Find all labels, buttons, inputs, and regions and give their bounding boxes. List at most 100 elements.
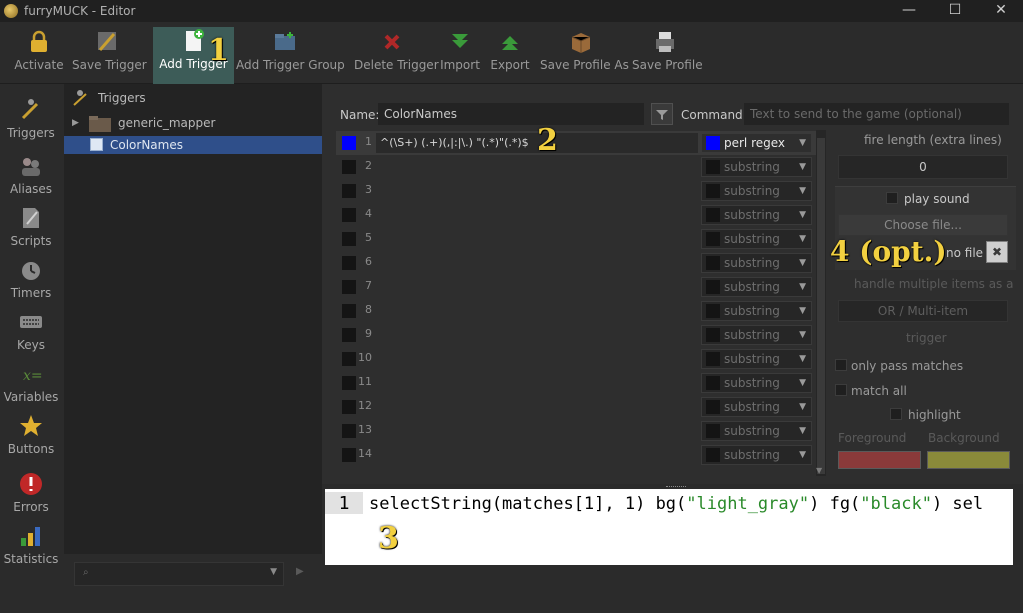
pattern-input[interactable] (376, 229, 698, 249)
import-button[interactable]: Import (440, 28, 480, 80)
fire-length-spinbox[interactable]: 0 (838, 155, 1008, 179)
pattern-color-swatch[interactable] (342, 256, 356, 270)
sidebar-item-statistics[interactable]: Statistics (0, 524, 62, 566)
highlight-checkbox[interactable] (890, 408, 902, 420)
sidebar-item-errors[interactable]: Errors (0, 472, 62, 514)
tree-item-generic-mapper[interactable]: ▶ generic_mapper (64, 114, 322, 132)
pattern-row[interactable]: 5 substring ▼ (336, 227, 816, 251)
pattern-color-swatch[interactable] (342, 184, 356, 198)
pattern-row[interactable]: 10 substring ▼ (336, 347, 816, 371)
close-button[interactable]: ✕ (978, 0, 1023, 22)
collapse-arrow-icon[interactable]: ▶ (296, 566, 304, 577)
pattern-input[interactable] (376, 373, 698, 393)
pattern-input[interactable] (376, 253, 698, 273)
name-input[interactable]: ColorNames (378, 103, 644, 125)
pattern-type-select[interactable]: substring ▼ (701, 397, 812, 417)
pattern-type-select[interactable]: substring ▼ (701, 325, 812, 345)
sidebar-item-timers[interactable]: Timers (0, 258, 62, 300)
background-color-button[interactable] (927, 451, 1010, 469)
clear-file-button[interactable]: ✖ (986, 241, 1008, 263)
pattern-row[interactable]: 11 substring ▼ (336, 371, 816, 395)
filter-button[interactable] (651, 103, 673, 125)
pattern-input[interactable] (376, 277, 698, 297)
sidebar-item-buttons[interactable]: Buttons (0, 414, 62, 456)
chevron-down-icon[interactable]: ▼ (270, 567, 277, 577)
pattern-color-swatch[interactable] (342, 448, 356, 462)
export-button[interactable]: Export (490, 28, 530, 80)
tree-root[interactable]: Triggers (64, 89, 322, 107)
save-profile-as-button[interactable]: Save Profile As (540, 28, 629, 80)
minimize-button[interactable]: — (886, 0, 932, 22)
activate-button[interactable]: Activate (10, 28, 68, 80)
pattern-color-swatch[interactable] (342, 376, 356, 390)
sidebar-item-variables[interactable]: x= Variables (0, 362, 62, 404)
pattern-type-select[interactable]: substring ▼ (701, 445, 812, 465)
pattern-row[interactable]: 6 substring ▼ (336, 251, 816, 275)
match-all-checkbox[interactable] (835, 384, 847, 396)
pattern-row[interactable]: 13 substring ▼ (336, 419, 816, 443)
sidebar-item-keys[interactable]: Keys (0, 310, 62, 352)
pattern-type-select[interactable]: perl regex ▼ (701, 133, 812, 153)
pattern-type-select[interactable]: substring ▼ (701, 205, 812, 225)
pattern-color-swatch[interactable] (342, 304, 356, 318)
pattern-row[interactable]: 8 substring ▼ (336, 299, 816, 323)
save-profile-button[interactable]: Save Profile (632, 28, 703, 80)
pattern-input[interactable] (376, 445, 698, 465)
pattern-color-swatch[interactable] (342, 208, 356, 222)
pattern-input[interactable] (376, 181, 698, 201)
pattern-row[interactable]: 2 substring ▼ (336, 155, 816, 179)
pattern-type-select[interactable]: substring ▼ (701, 229, 812, 249)
multi-item-toggle[interactable]: OR / Multi-item (838, 300, 1008, 322)
pattern-color-swatch[interactable] (342, 280, 356, 294)
pattern-color-swatch[interactable] (342, 424, 356, 438)
pattern-type-select[interactable]: substring ▼ (701, 349, 812, 369)
pattern-color-swatch[interactable] (342, 160, 356, 174)
pattern-type-select[interactable]: substring ▼ (701, 181, 812, 201)
pattern-type-select[interactable]: substring ▼ (701, 301, 812, 321)
pattern-color-swatch[interactable] (342, 232, 356, 246)
pattern-row[interactable]: 14 substring ▼ (336, 443, 816, 467)
pattern-input[interactable] (376, 421, 698, 441)
pattern-type-select[interactable]: substring ▼ (701, 373, 812, 393)
expand-arrow-icon[interactable]: ▶ (72, 114, 79, 132)
pattern-color-swatch[interactable] (342, 328, 356, 342)
search-filter-input[interactable]: ⌕ ▼ (74, 562, 284, 586)
pattern-type-select[interactable]: substring ▼ (701, 253, 812, 273)
sidebar-item-triggers[interactable]: Triggers (0, 98, 62, 140)
pattern-input[interactable] (376, 205, 698, 225)
sidebar-item-aliases[interactable]: Aliases (0, 154, 62, 196)
sidebar-item-scripts[interactable]: Scripts (0, 206, 62, 248)
pattern-row[interactable]: 3 substring ▼ (336, 179, 816, 203)
add-trigger-group-button[interactable]: Add Trigger Group (236, 28, 345, 80)
checkbox-icon[interactable] (90, 138, 103, 151)
maximize-button[interactable]: ☐ (932, 0, 978, 22)
delete-trigger-button[interactable]: Delete Trigger (354, 28, 439, 80)
script-line-1[interactable]: selectString(matches[1], 1) bg("light_gr… (369, 492, 1023, 516)
pattern-input[interactable] (376, 349, 698, 369)
pattern-row[interactable]: 12 substring ▼ (336, 395, 816, 419)
tree-item-colornames[interactable]: ColorNames (64, 136, 322, 154)
pattern-row[interactable]: 4 substring ▼ (336, 203, 816, 227)
pattern-color-swatch[interactable] (342, 136, 356, 150)
save-trigger-button[interactable]: Save Trigger (72, 28, 147, 80)
pattern-row[interactable]: 1 ^(\S+) (.+)(,|:|\.) "(.*)"(.*)$ perl reg… (336, 131, 816, 155)
pattern-type-select[interactable]: substring ▼ (701, 421, 812, 441)
pattern-input[interactable] (376, 157, 698, 177)
pattern-input[interactable] (376, 325, 698, 345)
play-sound-checkbox[interactable] (886, 192, 898, 204)
scroll-down-arrow-icon[interactable]: ▼ (816, 466, 822, 475)
pattern-color-swatch[interactable] (342, 400, 356, 414)
pattern-input[interactable] (376, 397, 698, 417)
command-input[interactable]: Text to send to the game (optional) (744, 103, 1009, 125)
pattern-row[interactable]: 7 substring ▼ (336, 275, 816, 299)
only-pass-matches-checkbox[interactable] (835, 359, 847, 371)
foreground-color-button[interactable] (838, 451, 921, 469)
pattern-scrollbar[interactable] (816, 130, 826, 476)
pattern-type-select[interactable]: substring ▼ (701, 157, 812, 177)
pattern-type-select[interactable]: substring ▼ (701, 277, 812, 297)
choose-file-button[interactable]: Choose file... (838, 214, 1008, 236)
pattern-color-swatch[interactable] (342, 352, 356, 366)
scrollbar-thumb[interactable] (817, 138, 825, 474)
pattern-row[interactable]: 9 substring ▼ (336, 323, 816, 347)
pattern-input[interactable] (376, 301, 698, 321)
